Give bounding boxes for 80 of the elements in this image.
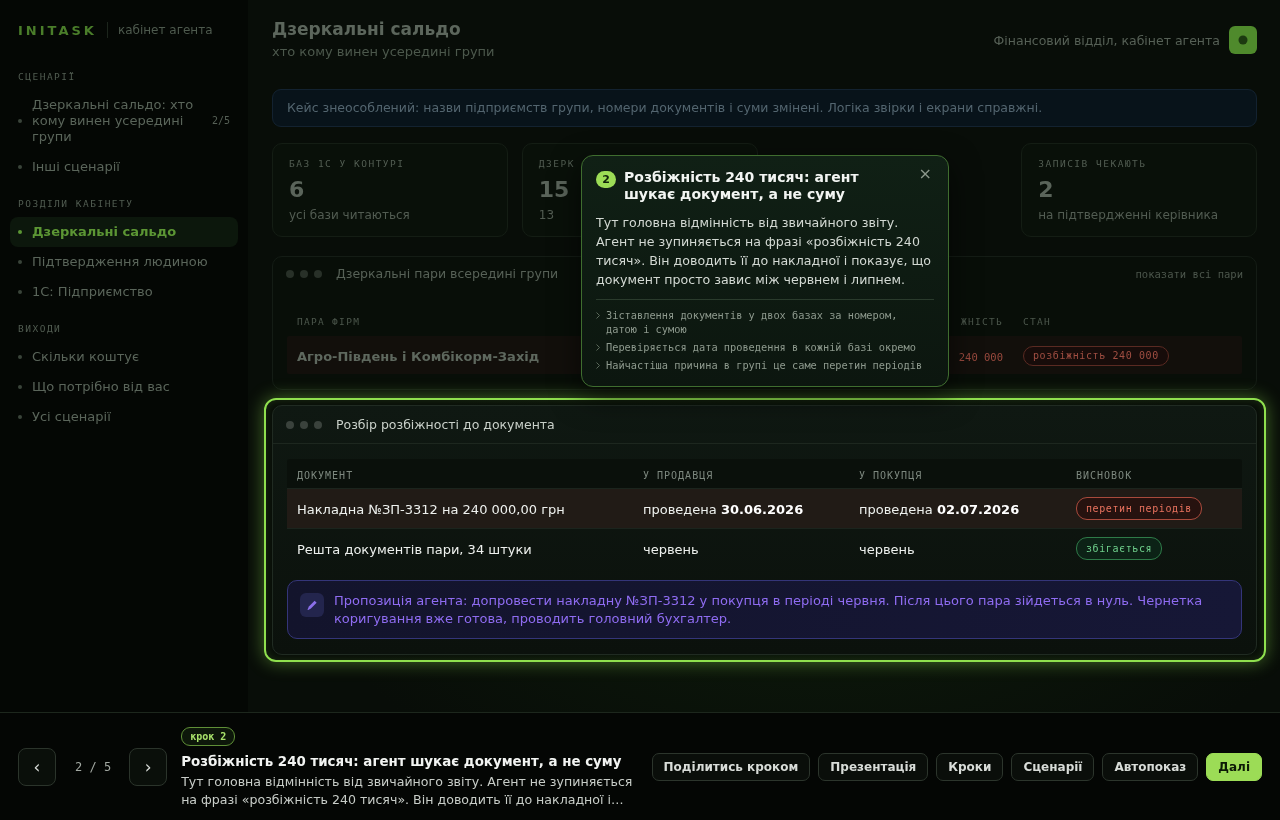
- stat-label: ДЗЕРК: [538, 158, 575, 169]
- stat-note: на підтвердженні керівника: [1038, 208, 1219, 222]
- status-badge: перетин періодів: [1076, 497, 1202, 520]
- panel-title: Розбір розбіжності до документа: [336, 417, 555, 432]
- section-heading: РОЗДІЛИ КАБІНЕТУ: [17, 198, 135, 209]
- bullet-icon: [18, 165, 22, 169]
- close-button[interactable]: ×: [916, 167, 934, 181]
- bullet-icon: [18, 260, 22, 264]
- bullet-icon: [18, 119, 22, 123]
- window-dot-icon: [300, 420, 308, 429]
- section-heading: СЦЕНАРІЇ: [17, 71, 77, 82]
- table-cell-text: Агро-Південь і Комбікорм-Захід: [296, 348, 541, 364]
- account-label: Фінансовий відділ, кабінет агента: [993, 32, 1220, 48]
- chevron-icon: [596, 362, 600, 369]
- bullet-icon: [18, 290, 22, 294]
- avatar-icon: [1229, 26, 1257, 54]
- step-description: Тут головна відмінність від звичайного звіту. Агент не зупиняється на фразі «розбіжність 240 тисяч». Він доводить її до накладної і…: [181, 772, 634, 809]
- action-button[interactable]: Сценарії: [1011, 752, 1095, 781]
- page-subtitle: хто кому винен усередині групи: [272, 44, 495, 59]
- column-header: ДОКУМЕНТ: [296, 470, 355, 481]
- step-badge: крок 2: [181, 726, 236, 746]
- column-header: ВИСНОВОК: [1075, 470, 1134, 481]
- column-header: ПАРА ФІРМ: [296, 315, 362, 327]
- table-row[interactable]: Решта документів пари, 34 штуки червень червень збігається: [287, 528, 1242, 568]
- column-header: У ПОКУПЦЯ: [858, 470, 924, 481]
- stat-label: БАЗ 1С У КОНТУРІ: [289, 158, 405, 169]
- table-cell-text: проведена 02.07.2026: [858, 502, 1021, 517]
- bullet-text: Перевіряється дата проведення в кожній базі окремо: [606, 340, 916, 354]
- count-label: 2/5: [211, 114, 230, 128]
- bullet-text: Найчастіша причина в групі це саме перетин періодів: [606, 358, 923, 372]
- step-counter: 2 / 5: [75, 759, 112, 774]
- table-cell-text: червень: [858, 542, 916, 557]
- sidebar-subtitle: кабінет агента: [117, 23, 213, 37]
- chevron-icon: [596, 344, 600, 351]
- sidebar-item[interactable]: Дзеркальні сальдо: [10, 217, 238, 247]
- table-cell-text: Накладна №ЗП-3312 на 240 000,00 грн: [296, 502, 566, 517]
- stat-note: 13: [538, 208, 555, 222]
- bullet-icon: [18, 230, 22, 234]
- window-dot-icon: [286, 420, 294, 429]
- table-cell-text: Решта документів пари, 34 штуки: [296, 542, 533, 557]
- bullet-icon: [18, 415, 22, 419]
- window-dot-icon: [286, 269, 294, 278]
- stat-note: усі бази читаються: [289, 208, 410, 222]
- amount-cell-text: 240 000: [957, 350, 1004, 363]
- window-dot-icon: [314, 420, 322, 429]
- window-dot-icon: [300, 269, 308, 278]
- section-heading: ВИХОДИ: [17, 323, 63, 334]
- logo-text: INITASK: [18, 22, 97, 38]
- window-dot-icon: [314, 269, 322, 278]
- pencil-icon: [300, 593, 324, 617]
- stat-value: 6: [289, 177, 305, 202]
- bullet-text: Зіставлення документів у двох базах за номером, датою і сумою: [606, 308, 899, 336]
- panel-title: Дзеркальні пари всередині групи: [336, 266, 559, 281]
- action-button[interactable]: Кроки: [936, 752, 1004, 781]
- column-header: ЖНІСТЬ: [959, 315, 1004, 327]
- popover-title: Розбіжність 240 тисяч: агент шукає документ, а не суму: [624, 169, 860, 203]
- column-header: СТАН: [1022, 315, 1053, 327]
- popover-text: Тут головна відмінність від звичайного звіту. Агент не зупиняється на фразі «розбіжність 240 тисяч». Він доводить її до накладної і показує, що документ просто завис між червнем і липнем.: [596, 214, 933, 289]
- chevron-icon: [596, 312, 600, 319]
- table-cell-text: проведена 30.06.2026: [642, 502, 805, 517]
- column-header: У ПРОДАВЦЯ: [642, 470, 715, 481]
- table-cell-text: червень: [642, 542, 700, 557]
- primary-button[interactable]: Далі: [1206, 752, 1262, 781]
- action-button[interactable]: Поділитись кроком: [651, 752, 811, 781]
- action-button[interactable]: Презентація: [818, 752, 929, 781]
- step-number: 2: [596, 171, 616, 188]
- action-button[interactable]: Автопоказ: [1102, 752, 1199, 781]
- table-row[interactable]: Накладна №ЗП-3312 на 240 000,00 грн проведена 30.06.2026 проведена 02.07.2026 перетин періодів: [287, 488, 1242, 528]
- next-button[interactable]: ›: [129, 747, 168, 786]
- stat-value: 2: [1038, 177, 1054, 202]
- stat-value: 15: [538, 177, 570, 202]
- stat-label: ЗАПИСІВ ЧЕКАЮТЬ: [1038, 158, 1147, 169]
- bullet-icon: [18, 355, 22, 359]
- prev-button[interactable]: ‹: [18, 747, 56, 786]
- note-text: Пропозиція агента: допровести накладну №ЗП-3312 у покупця в періоді червня. Після цього пара зійдеться в нуль. Чернетка коригування вже готова, проводить головний бухгалтер.: [334, 592, 1204, 628]
- page-title: Дзеркальні сальдо: [272, 19, 462, 39]
- status-badge: розбіжність 240 000: [1023, 345, 1169, 366]
- status-badge: збігається: [1076, 537, 1163, 560]
- bullet-icon: [18, 385, 22, 389]
- step-title: Розбіжність 240 тисяч: агент шукає документ, а не суму: [181, 753, 622, 769]
